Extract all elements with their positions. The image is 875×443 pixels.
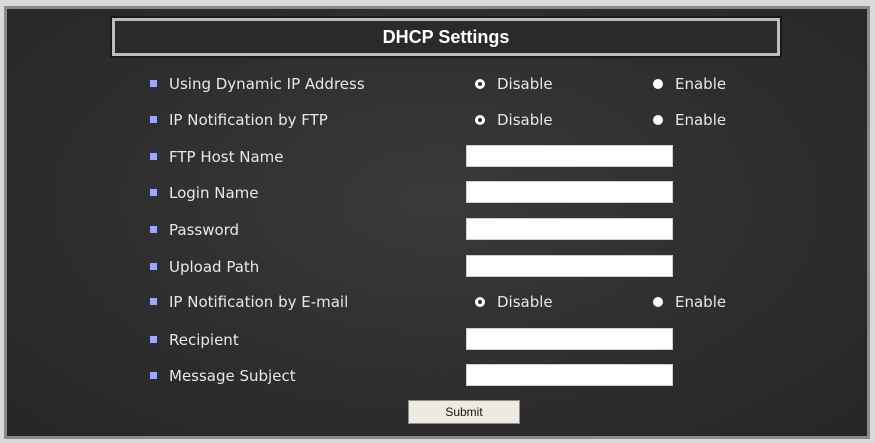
bullet-icon [150, 80, 157, 87]
email-notify-label: IP Notification by E-mail [169, 293, 349, 311]
radio-checked-icon [475, 297, 485, 307]
password-input[interactable] [466, 218, 673, 240]
row-login-name: Login Name [150, 181, 770, 205]
row-dynamic-ip: Using Dynamic IP Address Disable Enable [150, 72, 770, 96]
bullet-icon [150, 263, 157, 270]
recipient-input[interactable] [466, 328, 673, 350]
bullet-icon [150, 226, 157, 233]
ftp-notify-label: IP Notification by FTP [169, 111, 328, 129]
upload-path-input[interactable] [466, 255, 673, 277]
bullet-icon [150, 189, 157, 196]
ftp-notify-disable-radio[interactable]: Disable [475, 108, 553, 132]
email-notify-disable-radio[interactable]: Disable [475, 290, 553, 314]
radio-unchecked-icon [653, 115, 663, 125]
radio-unchecked-icon [653, 297, 663, 307]
submit-button[interactable]: Submit [408, 400, 520, 424]
row-upload-path: Upload Path [150, 255, 770, 279]
radio-checked-icon [475, 79, 485, 89]
message-subject-input[interactable] [466, 364, 673, 386]
password-label: Password [169, 221, 240, 239]
row-message-subject: Message Subject [150, 364, 770, 388]
dynamic-ip-disable-radio[interactable]: Disable [475, 72, 553, 96]
page-title: DHCP Settings [382, 26, 510, 47]
bullet-icon [150, 153, 157, 160]
row-ftp-notify: IP Notification by FTP Disable Enable [150, 108, 770, 132]
radio-checked-icon [475, 115, 485, 125]
login-name-label: Login Name [169, 184, 259, 202]
upload-path-label: Upload Path [169, 258, 260, 276]
email-notify-enable-radio[interactable]: Enable [653, 290, 726, 314]
bullet-icon [150, 372, 157, 379]
row-email-notify: IP Notification by E-mail Disable Enable [150, 290, 770, 314]
message-subject-label: Message Subject [169, 367, 296, 385]
dynamic-ip-enable-radio[interactable]: Enable [653, 72, 726, 96]
radio-unchecked-icon [653, 79, 663, 89]
ftp-host-label: FTP Host Name [169, 148, 284, 166]
row-password: Password [150, 218, 770, 242]
row-recipient: Recipient [150, 328, 770, 352]
bullet-icon [150, 298, 157, 305]
ftp-notify-enable-radio[interactable]: Enable [653, 108, 726, 132]
bullet-icon [150, 116, 157, 123]
row-ftp-host: FTP Host Name [150, 145, 770, 169]
bullet-icon [150, 336, 157, 343]
ftp-host-input[interactable] [466, 145, 673, 167]
recipient-label: Recipient [169, 331, 239, 349]
login-name-input[interactable] [466, 181, 673, 203]
dynamic-ip-label: Using Dynamic IP Address [169, 75, 365, 93]
title-bar: DHCP Settings [110, 16, 782, 58]
